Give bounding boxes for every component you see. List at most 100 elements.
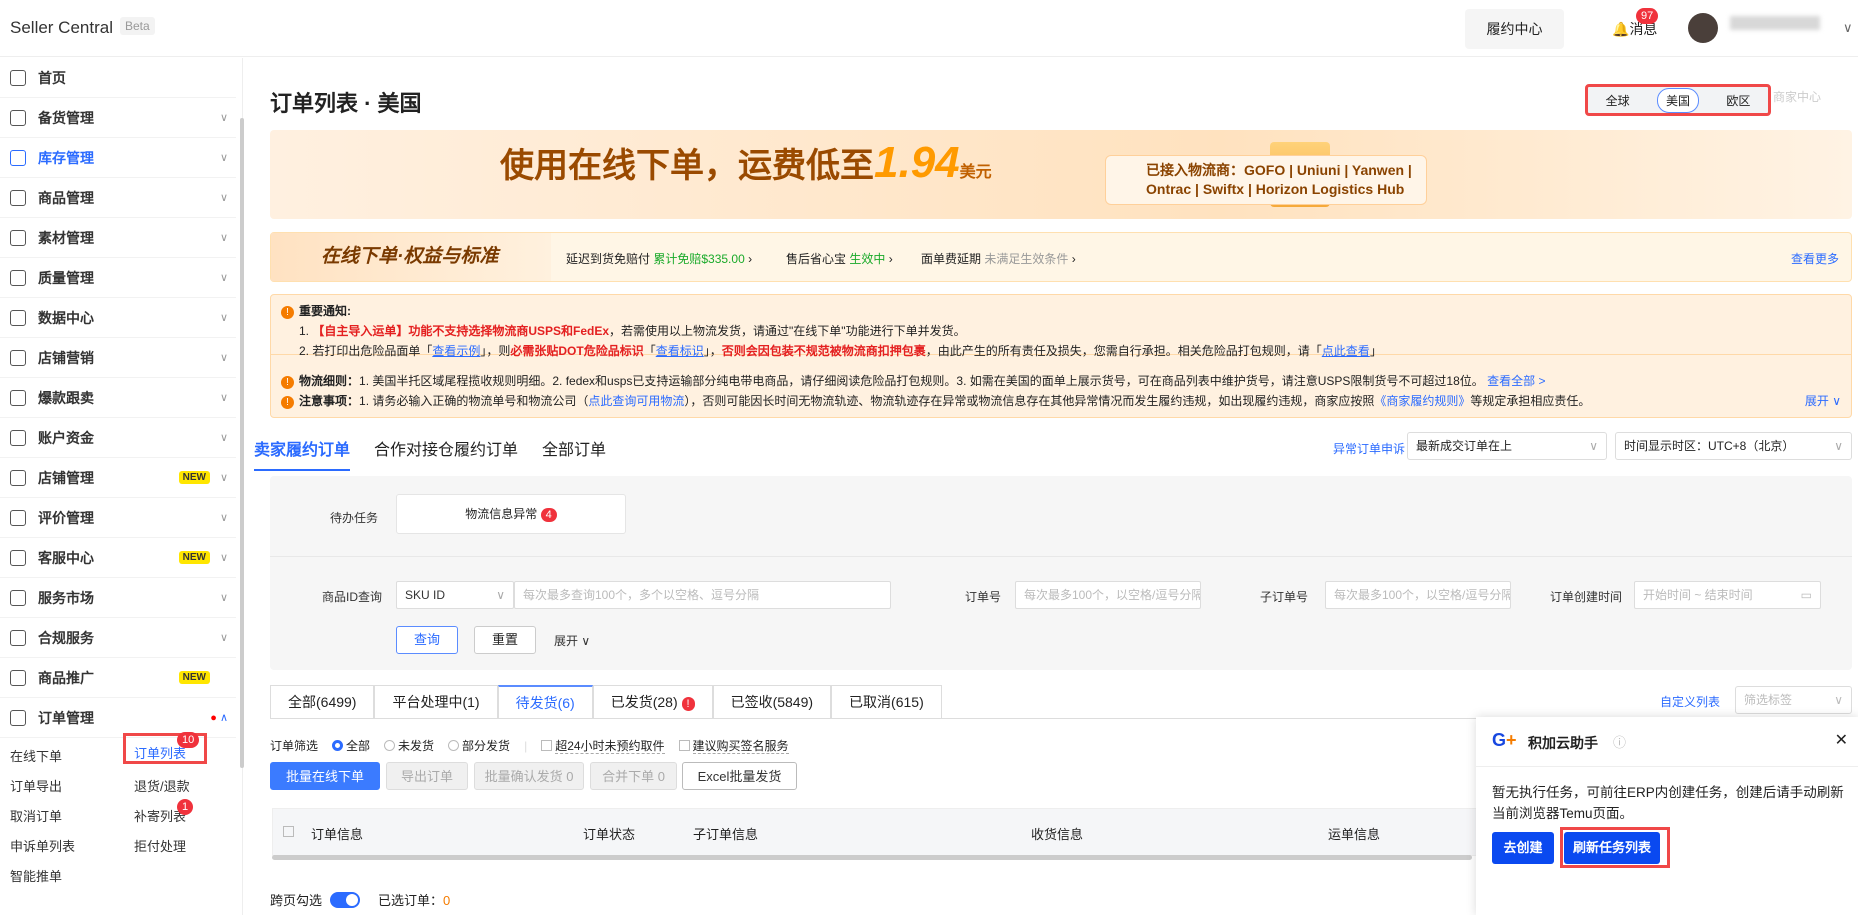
sidebar-scrollbar[interactable] — [240, 118, 244, 768]
benefit-aftersale[interactable]: 售后省心宝 生效中 › — [786, 250, 893, 267]
refresh-task-list-button[interactable]: 刷新任务列表 — [1564, 832, 1660, 864]
select-all-checkbox[interactable] — [283, 826, 294, 837]
todo-logistics-abnormal[interactable]: 物流信息异常 4 — [396, 494, 626, 534]
example-link[interactable]: 查看示例 — [432, 344, 480, 358]
menu-icon — [10, 189, 26, 206]
merge-order-button[interactable]: 合并下单 0 — [590, 762, 677, 790]
sidebar-item-label: 备货管理 — [38, 109, 94, 126]
menu-icon — [10, 669, 26, 686]
benefit-label-fee[interactable]: 面单费延期 未满足生效条件 › — [921, 250, 1076, 267]
sidebar-item-16[interactable]: 订单管理 ● ∧ — [0, 698, 236, 738]
sidebar-item-7[interactable]: 店铺营销 ∨ — [0, 338, 236, 378]
tab-seller[interactable]: 卖家履约订单 — [254, 442, 351, 471]
sidebar-item-label: 商品管理 — [38, 189, 94, 206]
sub-online-order[interactable]: 在线下单 — [10, 746, 62, 765]
popup-title: 积加云助手 — [1528, 735, 1598, 751]
sidebar: 首页 备货管理 ∨ 库存管理 ∨ 商品管理 ∨ 素材管理 ∨ 质量管理 ∨ 数据中心 ∨ 店铺营销 ∨ 爆款跟… — [0, 58, 244, 915]
sidebar-item-15[interactable]: 商品推广 NEW — [0, 658, 236, 698]
timezone-select[interactable]: 时间显示时区：UTC+8（北京） ∨ — [1615, 432, 1852, 460]
sidebar-item-2[interactable]: 库存管理 ∨ — [0, 138, 236, 178]
radio-all[interactable]: 全部 — [332, 737, 370, 754]
sub-smart[interactable]: 智能推单 — [10, 866, 62, 885]
product-id-type-select[interactable]: SKU ID ∨ — [396, 581, 514, 609]
expand-filter[interactable]: 展开 ∨ — [554, 632, 590, 649]
batch-online-order-button[interactable]: 批量在线下单 — [270, 762, 380, 790]
sidebar-item-12[interactable]: 客服中心 NEW ∨ — [0, 538, 236, 578]
expand-notice[interactable]: 展开 ∨ — [1805, 391, 1841, 411]
custom-columns-link[interactable]: 自定义列表 — [1660, 693, 1720, 710]
query-button[interactable]: 查询 — [396, 626, 458, 654]
sidebar-item-14[interactable]: 合规服务 ∨ — [0, 618, 236, 658]
chevron-icon: ∨ — [219, 112, 228, 124]
sidebar-item-13[interactable]: 服务市场 ∨ — [0, 578, 236, 618]
checkbox-24h[interactable]: 超24小时未预约取件 — [541, 737, 665, 754]
chevron-down-icon[interactable]: ∨ — [1843, 20, 1853, 36]
merchant-center[interactable]: 商家中心 — [1773, 88, 1821, 105]
avatar[interactable] — [1688, 13, 1718, 43]
sub-order-list[interactable]: 订单列表 — [134, 743, 186, 762]
close-icon[interactable]: ✕ — [1835, 730, 1848, 750]
sidebar-item-1[interactable]: 备货管理 ∨ — [0, 98, 236, 138]
status-tab-shipped[interactable]: 已发货(28) ! — [592, 685, 713, 718]
label-link[interactable]: 查看标识 — [656, 344, 704, 358]
excel-ship-button[interactable]: Excel批量发货 — [682, 762, 797, 790]
checkbox-signature[interactable]: 建议购买签名服务 — [678, 737, 789, 754]
tag-filter-select[interactable]: 筛选标签 ∨ — [1735, 686, 1852, 714]
product-id-input[interactable]: 每次最多查询100个，多个以空格、逗号分隔 — [514, 581, 891, 609]
radio-unshipped[interactable]: 未发货 — [384, 737, 434, 754]
region-us[interactable]: 美国 — [1656, 87, 1699, 113]
sub-order-export[interactable]: 订单导出 — [10, 776, 62, 795]
benefit-delay[interactable]: 延迟到货免赔付 累计免赔$335.00 › — [566, 250, 752, 267]
sidebar-item-5[interactable]: 质量管理 ∨ — [0, 258, 236, 298]
batch-confirm-button[interactable]: 批量确认发货 0 — [474, 762, 584, 790]
messages-button[interactable]: 🔔消息 97 — [1612, 8, 1659, 39]
sidebar-item-11[interactable]: 评价管理 ∨ — [0, 498, 236, 538]
tab-all[interactable]: 全部订单 — [542, 442, 606, 459]
status-tab-all[interactable]: 全部(6499) — [270, 685, 375, 718]
sort-select[interactable]: 最新成交订单在上 ∨ — [1407, 432, 1607, 460]
export-orders-button[interactable]: 导出订单 — [386, 762, 468, 790]
sidebar-item-8[interactable]: 爆款跟卖 ∨ — [0, 378, 236, 418]
status-tab-processing[interactable]: 平台处理中(1) — [374, 685, 498, 718]
sub-refund[interactable]: 退货/退款 — [134, 776, 190, 795]
status-tab-cancelled[interactable]: 已取消(615) — [831, 685, 942, 718]
order-no-input[interactable]: 每次最多100个，以空格/逗号分隔 — [1015, 581, 1201, 609]
cross-page-toggle[interactable] — [330, 892, 361, 908]
order-no-label: 订单号 — [965, 590, 1002, 604]
sidebar-item-4[interactable]: 素材管理 ∨ — [0, 218, 236, 258]
abnormal-appeal-link[interactable]: 异常订单申诉 — [1333, 440, 1405, 457]
sidebar-item-10[interactable]: 店铺管理 NEW ∨ — [0, 458, 236, 498]
sub-order-input[interactable]: 每次最多100个，以空格/逗号分隔 — [1325, 581, 1511, 609]
fulfillment-rules-link[interactable]: 《商家履约规则》 — [1374, 394, 1470, 408]
sidebar-item-label: 质量管理 — [38, 269, 94, 286]
sub-cancel[interactable]: 取消订单 — [10, 806, 62, 825]
sidebar-item-9[interactable]: 账户资金 ∨ — [0, 418, 236, 458]
view-more-link[interactable]: 查看更多 — [1791, 250, 1839, 267]
menu-icon — [10, 109, 26, 126]
view-all-link[interactable]: 查看全部 > — [1487, 374, 1545, 388]
sidebar-item-label: 库存管理 — [38, 149, 94, 166]
reset-button[interactable]: 重置 — [474, 626, 536, 654]
rules-link[interactable]: 点此查看 — [1322, 344, 1370, 358]
table-horizontal-scrollbar[interactable] — [272, 855, 1472, 860]
sidebar-item-0[interactable]: 首页 — [0, 58, 236, 98]
status-tab-to-ship[interactable]: 待发货(6) — [497, 685, 593, 718]
status-tab-received[interactable]: 已签收(5849) — [712, 685, 832, 718]
tab-partner[interactable]: 合作对接仓履约订单 — [374, 442, 518, 459]
radio-partial[interactable]: 部分发货 — [448, 737, 510, 754]
create-time-picker[interactable]: 开始时间 ~ 结束时间 ▭ — [1634, 581, 1821, 609]
region-global[interactable]: 全球 — [1598, 89, 1638, 112]
fulfillment-center-button[interactable]: 履约中心 — [1465, 9, 1564, 49]
go-create-button[interactable]: 去创建 — [1492, 832, 1554, 864]
help-icon[interactable]: ⓘ — [1613, 732, 1626, 751]
sidebar-item-3[interactable]: 商品管理 ∨ — [0, 178, 236, 218]
popup-body: 暂无执行任务，可前往ERP内创建任务，创建后请手动刷新当前浏览器Temu页面。 — [1492, 785, 1844, 821]
logistics-query-link[interactable]: 点此查询可用物流 — [588, 394, 684, 408]
region-eu[interactable]: 欧区 — [1718, 89, 1758, 112]
sidebar-item-6[interactable]: 数据中心 ∨ — [0, 298, 236, 338]
promo-banner[interactable]: 使用在线下单，运费低至1.94美元 已接入物流商：GOFO | Uniuni |… — [270, 130, 1852, 219]
sub-chargeback[interactable]: 拒付处理 — [134, 836, 186, 855]
sub-order-label: 子订单号 — [1260, 590, 1309, 604]
sidebar-item-label: 账户资金 — [38, 429, 94, 446]
sub-appeal[interactable]: 申诉单列表 — [10, 836, 75, 855]
